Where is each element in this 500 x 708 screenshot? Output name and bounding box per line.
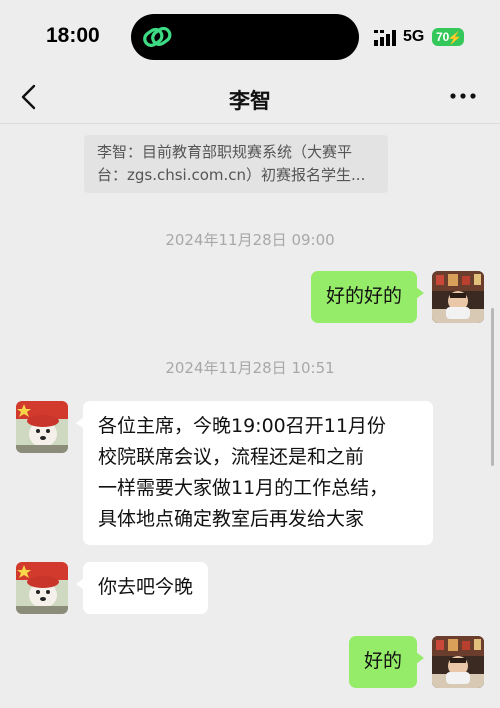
message-text: 好的 xyxy=(363,650,402,672)
avatar-contact[interactable] xyxy=(16,401,68,453)
message-text-line: 校院联席会议，流程还是和之前 xyxy=(98,446,365,468)
network-type: 5G xyxy=(403,28,425,45)
status-bar: 18:00 5G 70 ⚡ xyxy=(0,0,500,72)
avatar-self-image xyxy=(432,271,484,323)
signal-icon xyxy=(374,30,396,46)
message-text: 好的好的 xyxy=(325,285,402,307)
received-message-bubble[interactable]: 各位主席，今晚19:00召开11月份 校院联席会议，流程还是和之前 一样需要大家… xyxy=(76,401,433,545)
status-time: 18:00 xyxy=(46,24,100,47)
message-text-line: 具体地点确定教室后再发给大家 xyxy=(98,508,365,530)
more-icon[interactable] xyxy=(448,84,478,108)
quoted-text-line: 台：zgs.chsi.com.cn）初赛报名学生... xyxy=(97,166,366,184)
chat-header: 李智 xyxy=(0,72,500,124)
sent-message-bubble[interactable]: 好的 xyxy=(348,636,425,688)
avatar-contact-image xyxy=(16,401,68,453)
message-text: 你去吧今晚 xyxy=(98,576,194,598)
avatar-contact[interactable] xyxy=(16,562,68,614)
avatar-self[interactable] xyxy=(432,271,484,323)
sent-message-bubble[interactable]: 好的好的 xyxy=(310,271,425,323)
message-text-line: 一样需要大家做11月的工作总结， xyxy=(98,477,389,499)
message-text-line: 各位主席，今晚19:00召开11月份 xyxy=(98,415,386,437)
avatar-self-image xyxy=(432,636,484,688)
chat-title: 李智 xyxy=(229,89,271,113)
dynamic-island xyxy=(131,14,359,60)
link-icon xyxy=(143,26,172,47)
bolt-icon: ⚡ xyxy=(447,31,462,45)
message-timestamp: 2024年11月28日 09:00 xyxy=(165,231,335,249)
received-message-bubble[interactable]: 你去吧今晚 xyxy=(75,562,209,614)
avatar-contact-image xyxy=(16,562,68,614)
avatar-self[interactable] xyxy=(432,636,484,688)
quoted-text-line: 李智：目前教育部职规赛系统（大赛平 xyxy=(97,143,353,161)
battery-charging-icon: 70 ⚡ xyxy=(432,28,464,46)
scrollbar[interactable] xyxy=(491,308,494,466)
message-timestamp: 2024年11月28日 10:51 xyxy=(165,359,335,377)
quoted-message[interactable]: 李智：目前教育部职规赛系统（大赛平 台：zgs.chsi.com.cn）初赛报名… xyxy=(84,135,388,193)
